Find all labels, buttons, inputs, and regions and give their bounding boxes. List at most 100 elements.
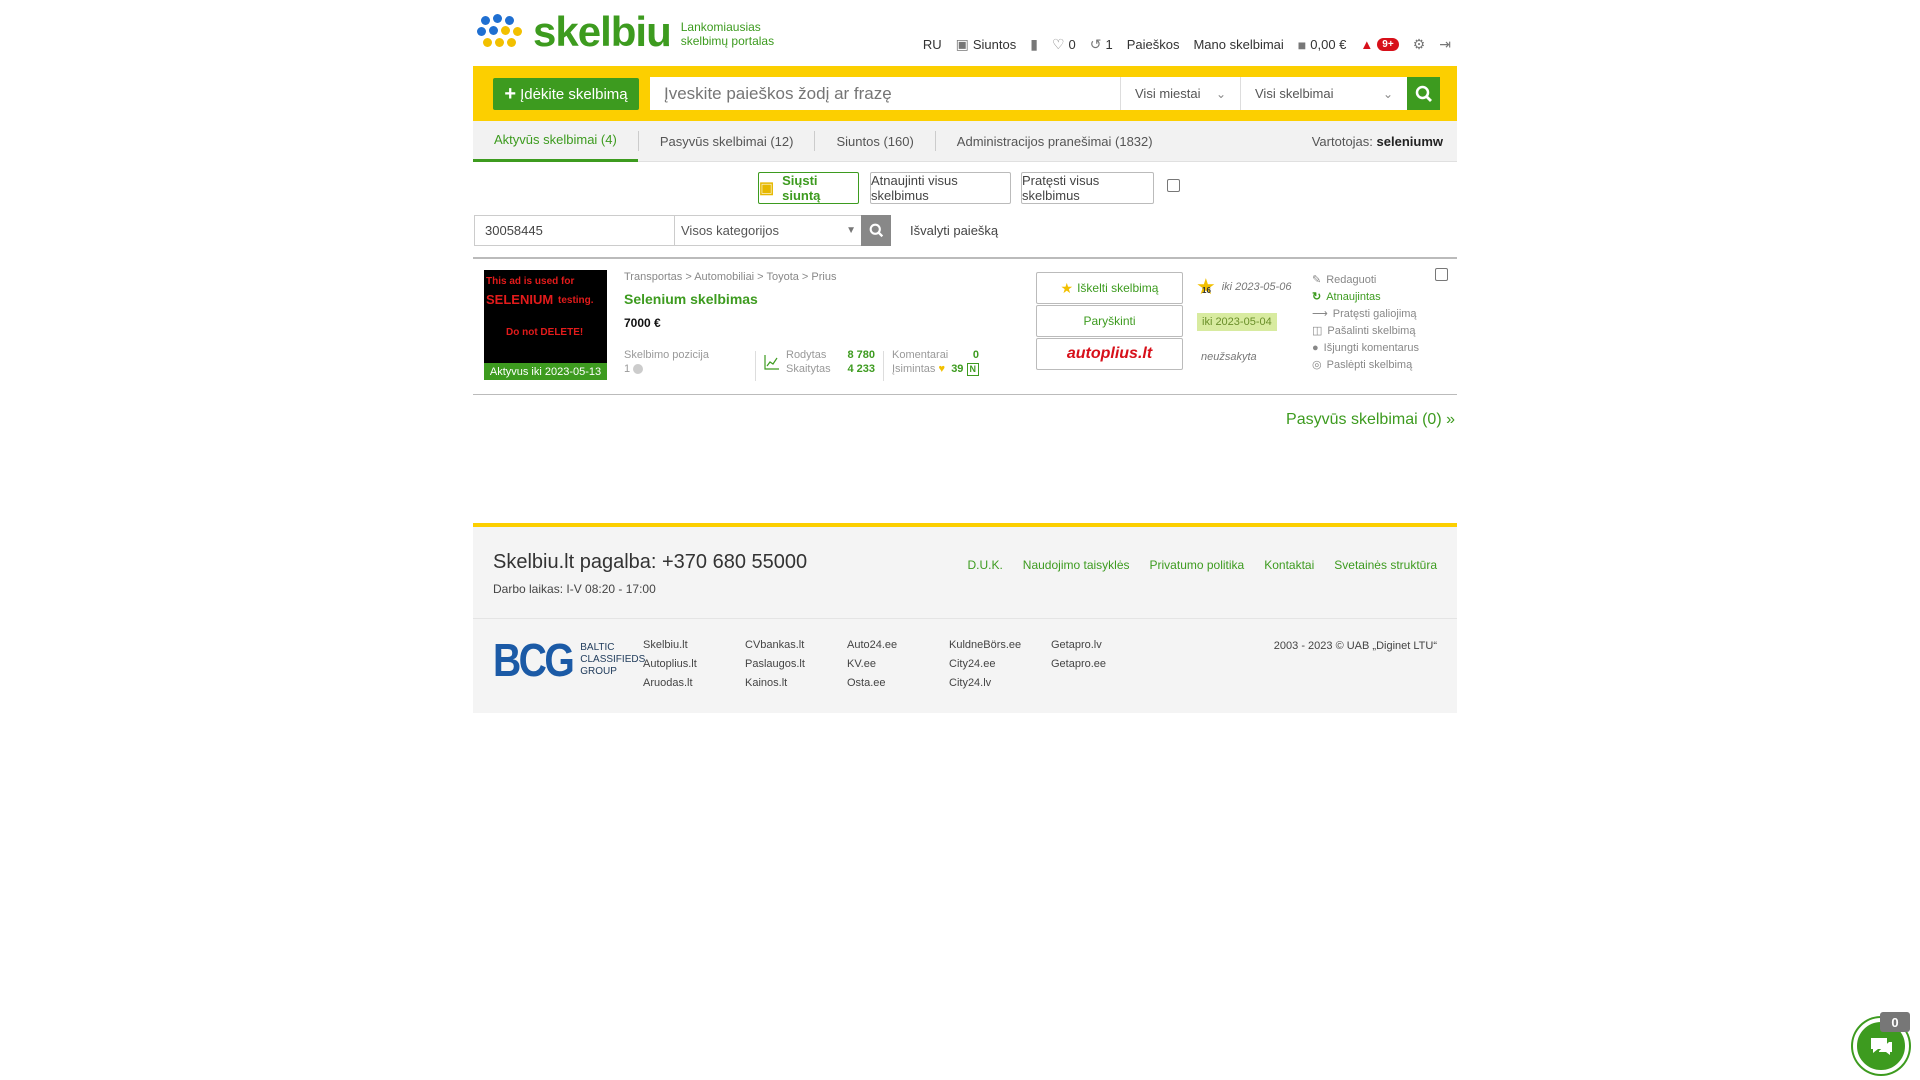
tab-admin-messages[interactable]: Administracijos pranešimai (1832) [936,121,1174,162]
notifications-link[interactable]: ▲ 9+ [1360,37,1399,52]
bcg-logo-text: BALTIC CLASSIFIEDS GROUP [580,642,645,678]
favorites-link[interactable]: ♡ 0 [1052,36,1076,53]
logout-link[interactable]: ⇥ [1439,36,1451,53]
bcg-logo-mark: BCG [493,634,575,686]
filter-category-select[interactable]: Visos kategorijos ▼ [674,215,863,246]
bold-ad-button[interactable]: Paryškinti [1036,305,1183,337]
site-link[interactable]: Getapro.lv [1051,639,1153,653]
tagline-line-2: skelbimų portalas [680,34,775,48]
tab-active-ads[interactable]: Aktyvūs skelbimai (4) [473,121,638,162]
select-all-checkbox[interactable] [1167,179,1180,192]
ad-select-checkbox[interactable] [1435,268,1448,281]
site-link[interactable]: Osta.ee [847,677,949,691]
footer-link-privacy[interactable]: Privatumo politika [1150,558,1245,572]
extend-link[interactable]: ⟶ Pratęsti galiojimą [1312,305,1419,322]
history-count: 1 [1105,37,1113,52]
arrow-right-icon: ⟶ [1312,308,1328,320]
site-link[interactable]: Autoplius.lt [643,658,745,672]
my-ads-link[interactable]: Mano skelbimai [1193,37,1283,52]
ad-id-filter-input[interactable] [474,215,677,246]
disable-comments-link[interactable]: ● Išjungti komentarus [1312,339,1419,356]
bcg-line-2: CLASSIFIEDS [580,654,646,665]
thumb-text-4: Do not DELETE! [506,327,584,338]
shipments-link[interactable]: ▣ Siuntos [956,36,1017,53]
send-shipment-label: Siųsti siuntą [782,173,821,203]
top-navigation: RU ▣ Siuntos ▮ ♡ 0 ↺ 1 Paieškos Mano ske… [923,36,1451,53]
comment-icon: ● [1312,341,1319,354]
site-link[interactable]: KuldneBörs.ee [949,639,1051,653]
tab-shipments[interactable]: Siuntos (160) [815,121,934,162]
footer-links: D.U.K. Naudojimo taisyklės Privatumo pol… [967,558,1437,572]
autoplius-status: neužsakyta [1201,351,1257,363]
autoplius-button[interactable]: autoplius.lt [1036,338,1183,370]
delete-link[interactable]: ◫ Pašalinti skelbimą [1312,322,1419,339]
site-link[interactable]: Auto24.ee [847,639,949,653]
account-tabs: Aktyvūs skelbimai (4) Pasyvūs skelbimai … [473,121,1457,162]
footer-link-sitemap[interactable]: Svetainės struktūra [1334,558,1437,572]
add-ad-button[interactable]: + Įdėkite skelbimą [493,78,639,110]
site-link[interactable]: Getapro.ee [1051,658,1153,672]
ad-title[interactable]: Selenium skelbimas [624,291,758,307]
search-button[interactable] [1407,77,1440,110]
site-link[interactable]: Aruodas.lt [643,677,745,691]
extend-all-button[interactable]: Pratęsti visus skelbimus [1021,172,1154,204]
ad-thumbnail[interactable]: This ad is used for SELENIUM testing. Do… [484,270,607,380]
copyright: 2003 - 2023 © UAB „Diginet LTU“ [1273,640,1437,652]
position-value: 1 [624,362,709,376]
balance-link[interactable]: ■ 0,00 € [1298,37,1347,53]
messages-link[interactable]: ▮ [1030,36,1038,53]
filter-category-value: Visos kategorijos [681,223,780,238]
site-link[interactable]: KV.ee [847,658,949,672]
site-link[interactable]: City24.ee [949,658,1051,672]
clear-search-link[interactable]: Išvalyti paiešką [910,223,998,238]
site-link[interactable]: City24.lv [949,677,1051,691]
notifications-badge: 9+ [1377,38,1399,51]
category-select-value: Visi skelbimai [1255,86,1334,101]
site-logo[interactable]: skelbiu Lankomiausias skelbimų portalas [477,11,775,54]
shown-label: Rodytas [786,349,827,361]
filter-search-button[interactable] [861,215,891,246]
tab-passive-ads[interactable]: Pasyvūs skelbimai (12) [639,121,815,162]
search-input[interactable] [650,77,1120,110]
site-link[interactable]: CVbankas.lt [745,639,847,653]
current-user: Vartotojas: seleniumw [1312,134,1443,149]
history-link[interactable]: ↺ 1 [1090,36,1113,53]
wallet-icon: ■ [1297,36,1307,53]
active-until-label: Aktyvus iki 2023-05-13 [484,363,607,380]
category-select[interactable]: Visi skelbimai ⌄ [1240,77,1407,110]
renewed-link[interactable]: ↻ Atnaujintas [1312,288,1419,305]
chat-icon [1871,1038,1892,1055]
settings-link[interactable]: ⚙ [1413,36,1426,53]
site-link[interactable]: Skelbiu.lt [643,639,745,653]
logout-icon: ⇥ [1439,36,1451,52]
site-link[interactable]: Kainos.lt [745,677,847,691]
views-values: 8 780 4 233 [833,348,875,376]
saved-value: 39 [951,363,964,375]
info-icon [633,364,644,375]
send-shipment-button[interactable]: ▣ Siųsti siuntą [758,172,859,204]
thumb-text-3: testing. [558,295,594,306]
language-switch[interactable]: RU [923,37,942,52]
bcg-line-1: BALTIC [580,642,615,653]
searches-link[interactable]: Paieškos [1127,37,1180,52]
renew-all-button[interactable]: Atnaujinti visus skelbimus [870,172,1011,204]
passive-ads-link[interactable]: Pasyvūs skelbimai (0) » [1286,411,1455,429]
highlight-ad-button[interactable]: ★ Iškelti skelbimą [1036,272,1183,304]
city-select[interactable]: Visi miestai ⌄ [1120,77,1240,110]
engagement-stats: Komentarai Įsimintas ♥ [892,348,948,376]
hide-link[interactable]: ◎ Paslėpti skelbimą [1312,356,1419,373]
bcg-logo[interactable]: BCG BALTIC CLASSIFIEDS GROUP [493,637,645,683]
engagement-values: 0 39 N [943,348,979,376]
comments-value: 0 [972,349,979,361]
footer-link-faq[interactable]: D.U.K. [967,558,1002,572]
site-link[interactable]: Paslaugos.lt [745,658,847,672]
footer-link-terms[interactable]: Naudojimo taisyklės [1023,558,1130,572]
shipments-label: Siuntos [972,37,1017,52]
bcg-line-3: GROUP [580,666,617,677]
edit-link[interactable]: ✎ Redaguoti [1312,271,1419,288]
shown-value: 8 780 [847,349,875,361]
footer-link-contacts[interactable]: Kontaktai [1264,558,1314,572]
ad-breadcrumb[interactable]: Transportas > Automobiliai > Toyota > Pr… [624,271,836,283]
saved-label: Įsimintas [892,363,936,375]
ad-position: Skelbimo pozicija 1 [624,348,709,376]
